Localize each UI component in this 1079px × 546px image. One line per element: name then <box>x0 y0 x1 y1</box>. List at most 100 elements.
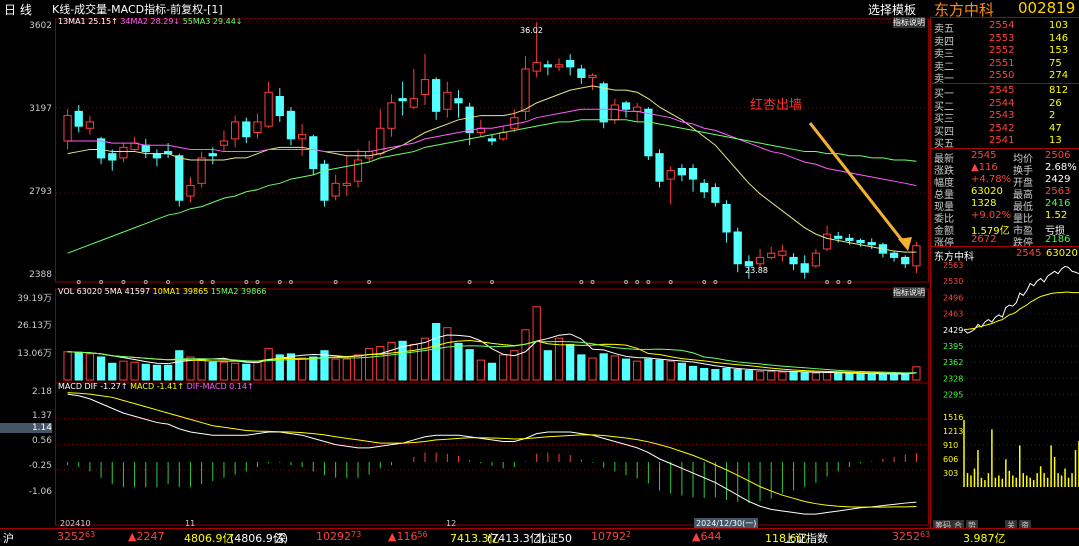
indicator-help-button[interactable]: 指标说明 <box>893 17 925 28</box>
footer-item-main: 3252 <box>57 530 85 543</box>
bid-price[interactable]: 2541 <box>989 135 1014 146</box>
stat-value: 2186 <box>1045 234 1071 245</box>
bid-volume: 812 <box>1049 85 1069 96</box>
volume-bar <box>208 361 217 381</box>
vol-5ma-legend: 5MA 41597 <box>104 287 151 296</box>
bid-price[interactable]: 2544 <box>989 98 1014 109</box>
volume-indicator-help-button[interactable]: 指标说明 <box>893 287 925 298</box>
candle-body <box>409 98 418 108</box>
footer-item-main: ▲644 <box>692 530 722 543</box>
vol-y-label: 13.06万 <box>17 349 52 359</box>
volume-bar <box>621 358 631 381</box>
top-bar: 日 线 K线-成交量-MACD指标-前复权-[1] 选择模板 东方中科 0028… <box>0 0 1079 19</box>
volume-bar <box>163 364 173 381</box>
mini-vol-label: 1213 <box>943 427 963 436</box>
market-index-bar: 沪 325263 ▲2247 4806.9亿 (4806.9亿) 深 1029273 ▲116… <box>0 528 1079 546</box>
ask-price[interactable]: 2553 <box>989 33 1014 44</box>
ma2-legend: 34MA2 28.29↓ <box>120 17 181 26</box>
ask-volume: 146 <box>1049 32 1069 44</box>
volume-bar <box>688 365 698 381</box>
candle-body <box>633 106 642 112</box>
candle-body <box>309 136 318 169</box>
footer-item-main: 北证50 <box>536 532 572 545</box>
bid-price[interactable]: 2542 <box>989 123 1014 134</box>
volume-bar <box>63 351 72 381</box>
macd-dea-legend: MACD -1.41↑ <box>130 382 185 391</box>
mini-price-label: 2295 <box>943 391 963 400</box>
y-label: 3197 <box>29 104 52 114</box>
stat-value: 1.52 <box>1045 210 1068 221</box>
footer-item[interactable]: 北证50 <box>536 530 572 546</box>
candle-body <box>666 170 675 180</box>
footer-item-main: ▲116 <box>388 530 418 543</box>
footer-item: ▲2247 <box>128 530 164 543</box>
candle-body <box>599 83 608 123</box>
footer-item: 3.987亿 <box>963 530 1006 546</box>
volume-bar <box>253 360 262 381</box>
volume-bar <box>96 356 106 381</box>
volume-bar <box>856 373 865 381</box>
candle-body <box>845 237 854 241</box>
period-label[interactable]: 日 线 <box>4 1 32 18</box>
ask-volume: 75 <box>1049 57 1062 69</box>
stat-value: 1328 <box>971 198 997 209</box>
intraday-mini-chart[interactable]: 2563 2530 2496 2463 2429 2395 2362 2328 2295 1516… <box>931 261 1079 528</box>
volume-bar <box>599 353 608 381</box>
ask-price[interactable]: 2550 <box>989 70 1014 81</box>
stat-value: 2563 <box>1045 186 1071 197</box>
ask-price[interactable]: 2551 <box>989 58 1014 69</box>
candle-body <box>152 153 162 159</box>
bid-price[interactable]: 2545 <box>989 85 1014 96</box>
volume-bar <box>711 369 720 381</box>
volume-bar <box>822 372 832 381</box>
volume-bar <box>521 329 530 381</box>
macd-legend: MACD DIF -1.27↑ MACD -1.41↑ DIF-MACD 0.1… <box>58 382 254 391</box>
mini-price-label: 2530 <box>943 277 963 286</box>
footer-item[interactable]: 沪 <box>3 530 14 546</box>
volume-bar <box>141 363 150 381</box>
ask-volume: 103 <box>1049 20 1069 31</box>
volume-bar <box>353 354 363 381</box>
candle-body <box>856 239 865 244</box>
candle-body <box>219 140 229 146</box>
volume-bar <box>755 371 765 381</box>
volume-bar <box>487 362 497 381</box>
footer-item: ▲644 <box>692 530 721 543</box>
candle-body <box>521 68 530 112</box>
high-price-label: 36.02 <box>520 26 543 35</box>
vol-y-label: 26.13万 <box>17 321 52 331</box>
footer-item-sub: 63 <box>85 530 96 539</box>
ask-price[interactable]: 2552 <box>989 45 1014 56</box>
footer-item[interactable]: 深 <box>275 530 286 546</box>
volume-bar <box>85 353 95 381</box>
volume-bar <box>230 362 240 381</box>
candle-body <box>342 182 351 186</box>
candle-body <box>432 79 441 112</box>
stat-value: 2545 <box>971 150 997 161</box>
candle-body <box>398 98 407 102</box>
volume-bar <box>331 358 340 381</box>
ma1-legend: 13MA1 25.15↑ <box>58 17 118 26</box>
candle-body <box>867 242 876 246</box>
ask-price[interactable]: 2554 <box>989 20 1014 31</box>
footer-item[interactable]: 上证指数 <box>784 530 828 546</box>
macd-y-label: -0.25 <box>28 461 52 471</box>
candle-body <box>353 159 363 182</box>
volume-bar <box>499 354 508 381</box>
select-template-button[interactable]: 选择模板 <box>868 1 916 18</box>
bid-price[interactable]: 2543 <box>989 110 1014 121</box>
candle-body <box>655 153 664 182</box>
volume-bar <box>152 364 162 381</box>
candle-body <box>264 91 273 127</box>
candle-body <box>242 121 251 138</box>
separator <box>931 83 1079 84</box>
footer-item-main: 4806.9亿 <box>184 532 234 545</box>
mini-price-label: 2463 <box>943 310 963 319</box>
candle-body <box>722 203 731 233</box>
footer-item-main: 3252 <box>892 530 920 543</box>
candle-body <box>74 110 83 127</box>
volume-bar <box>286 353 296 381</box>
candle-body <box>588 74 597 78</box>
stat-value: 2429 <box>1045 174 1071 185</box>
volume-bar <box>309 356 318 381</box>
